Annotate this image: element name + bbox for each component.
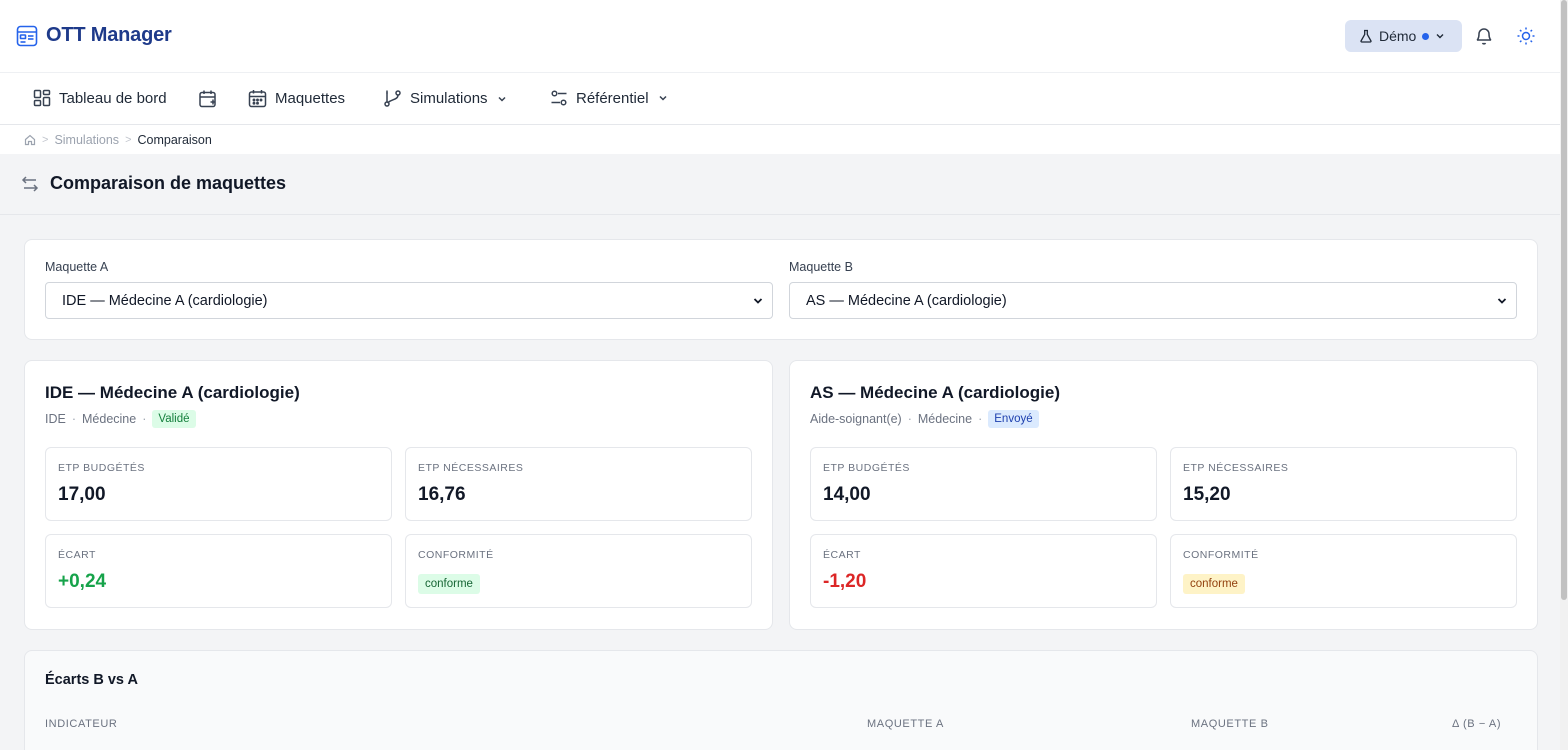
breadcrumb-simulations[interactable]: Simulations [54,133,119,147]
calendar-icon [248,90,267,108]
stat-value-positive: +0,24 [58,571,107,592]
nav-dashboard[interactable]: Tableau de bord [33,89,167,107]
maquette-a-etp-needed: ETP nécessaires 16,76 [405,447,752,521]
maquette-a-status-badge: Validé [152,410,196,428]
app-name: OTT Manager [46,24,172,46]
git-branch-icon [384,90,401,107]
maquette-b-select[interactable]: AS — Médecine A (cardiologie) [789,282,1517,319]
maquette-b-service: Médecine [917,412,973,426]
flask-icon [1360,29,1372,43]
conformite-badge: conforme [418,574,480,594]
chevron-down-icon [1436,34,1444,39]
stat-value: 14,00 [823,484,871,505]
maquette-b-etp-budget: ETP budgétés 14,00 [810,447,1157,521]
main-nav: Tableau de bord Maquettes Simulations Ré… [0,73,1560,125]
stat-label: ETP budgétés [823,462,910,474]
calendar-plus-icon [199,90,216,108]
app-logo[interactable]: OTT Manager [16,24,172,47]
stat-value: 17,00 [58,484,106,505]
column-header-indicator[interactable]: Indicateur [45,718,117,730]
breadcrumb-current: Comparaison [137,132,212,147]
compare-arrows-icon [21,176,39,192]
nav-simulations-label: Simulations [410,90,488,107]
conformite-badge: conforme [1183,574,1245,594]
chevron-down-icon [498,96,506,102]
stat-label: Conformité [418,549,494,561]
meta-separator: · [978,412,983,426]
meta-separator: · [142,412,147,426]
column-header-maquette-b[interactable]: Maquette B [1191,718,1269,730]
maquette-a-selected-value: IDE — Médecine A (cardiologie) [62,292,268,309]
stat-label: Écart [58,549,96,561]
maquette-b-label: Maquette B [789,260,853,274]
nav-referentiel-label: Référentiel [576,89,649,107]
maquette-a-select[interactable]: IDE — Médecine A (cardiologie) [45,282,773,319]
meta-separator: · [71,412,77,426]
maquette-a-etp-budget: ETP budgétés 17,00 [45,447,392,521]
maquette-b-title: AS — Médecine A (cardiologie) [810,383,1061,402]
maquette-a-service: Médecine [82,412,137,426]
breadcrumb-separator: > [42,133,49,146]
nav-calendar-add[interactable] [198,89,218,109]
stat-value: 15,20 [1183,484,1231,505]
chevron-down-icon [1497,298,1507,304]
column-header-maquette-a[interactable]: Maquette A [867,718,944,730]
sliders-icon [551,90,567,106]
maquette-a-ecart: Écart +0,24 [45,534,392,608]
home-icon[interactable] [24,134,36,146]
stat-label: ETP nécessaires [1183,462,1289,474]
stat-value: 16,76 [418,484,466,505]
nav-maquettes[interactable]: Maquettes [248,89,345,108]
maquette-b-conformite: Conformité conforme [1170,534,1517,608]
chevron-down-icon [753,298,763,304]
stat-value-negative: -1,20 [823,571,867,592]
demo-mode-button[interactable]: Démo [1345,20,1462,52]
nav-dashboard-label: Tableau de bord [59,89,167,107]
app-logo-icon [16,25,38,46]
maquette-b-status-badge: Envoyé [988,410,1039,428]
dashboard-grid-icon [33,89,51,107]
column-header-delta[interactable]: Δ (B − A) [1452,718,1501,730]
nav-referentiel[interactable]: Référentiel [550,89,669,107]
top-bar: OTT Manager Démo [0,0,1560,73]
bell-icon[interactable] [1474,26,1494,46]
nav-maquettes-label: Maquettes [275,90,346,107]
ecarts-card [24,650,1538,750]
maquette-b-selected-value: AS — Médecine A (cardiologie) [806,292,1007,309]
page-title: Comparaison de maquettes [50,173,287,193]
stat-label: ETP budgétés [58,462,145,474]
breadcrumb-separator: > [125,133,132,146]
stat-label: Écart [823,549,861,561]
chevron-down-icon [659,95,667,101]
demo-label: Démo [1379,28,1417,44]
page-header: Comparaison de maquettes [0,154,1560,215]
maquette-b-role: Aide-soignant(e) [810,412,902,426]
ecarts-title: Écarts B vs A [45,672,138,688]
maquette-a-conformite: Conformité conforme [405,534,752,608]
maquette-a-role: IDE [45,412,66,426]
theme-toggle-sun-icon[interactable] [1516,26,1536,46]
maquette-a-meta: IDE · Médecine · Validé [45,410,196,428]
stat-label: Conformité [1183,549,1259,561]
maquette-b-etp-needed: ETP nécessaires 15,20 [1170,447,1517,521]
stat-label: ETP nécessaires [418,462,524,474]
maquette-a-label: Maquette A [45,260,109,274]
demo-status-dot [1422,32,1430,40]
page-scrollbar-thumb[interactable] [1561,0,1567,600]
meta-separator: · [907,412,912,426]
breadcrumb: > Simulations > Comparaison [0,125,1560,154]
maquette-a-title: IDE — Médecine A (cardiologie) [45,383,300,402]
maquette-b-ecart: Écart -1,20 [810,534,1157,608]
maquette-b-meta: Aide-soignant(e) · Médecine · Envoyé [810,410,1039,428]
nav-simulations[interactable]: Simulations [383,89,508,108]
